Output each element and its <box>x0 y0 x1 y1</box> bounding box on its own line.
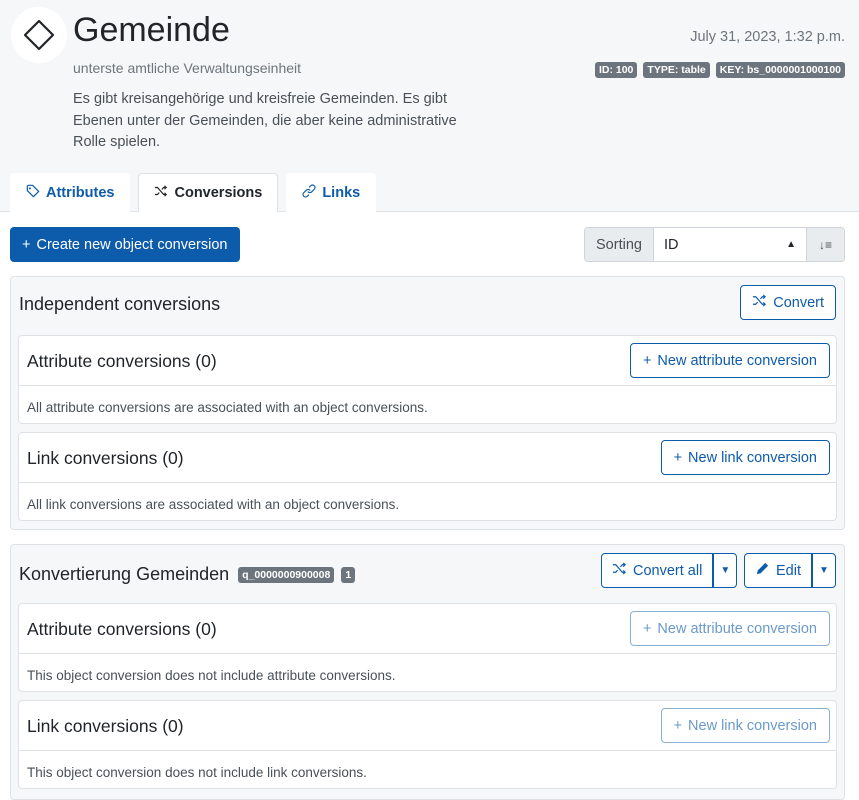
shuffle-icon <box>752 293 767 312</box>
convert-all-dropdown-toggle[interactable]: ▼ <box>713 553 738 588</box>
convert-all-button[interactable]: Convert all <box>601 553 714 588</box>
link-conversions-section: Link conversions (0) + New link conversi… <box>18 432 837 521</box>
tag-icon <box>26 184 40 202</box>
key-badge: KEY: bs_0000001000100 <box>715 62 845 78</box>
tab-bar: Attributes Conversions Links <box>10 173 384 213</box>
convert-all-split-button: Convert all ▼ <box>601 553 738 588</box>
plus-icon: + <box>642 352 652 369</box>
section-message: All link conversions are associated with… <box>27 497 400 512</box>
plus-icon: + <box>673 717 683 734</box>
page-subtitle: unterste amtliche Verwaltungseinheit <box>73 60 302 76</box>
shuffle-icon <box>154 184 168 202</box>
edit-dropdown-toggle[interactable]: ▼ <box>812 553 836 588</box>
link-icon <box>302 184 316 202</box>
section-title: Attribute conversions (0) <box>27 351 217 371</box>
section-message: This object conversion does not include … <box>27 668 396 683</box>
object-conversion-title: Konvertierung Gemeinden <box>19 564 230 584</box>
count-badge: 1 <box>341 567 356 583</box>
sorting-select[interactable]: ID ▲ <box>653 228 806 261</box>
section-title: Link conversions (0) <box>27 716 184 736</box>
attribute-conversions-section: Attribute conversions (0) + New attribut… <box>18 335 837 424</box>
card-title: Independent conversions <box>19 294 221 314</box>
tab-conversions[interactable]: Conversions <box>138 173 279 213</box>
page-title: Gemeinde <box>73 11 230 49</box>
independent-conversions-card: Independent conversions Convert Attribut… <box>10 276 845 530</box>
type-badge: TYPE: table <box>643 62 710 78</box>
plus-icon: + <box>642 620 652 637</box>
sorting-label: Sorting <box>585 228 654 261</box>
tab-label: Conversions <box>174 185 263 201</box>
new-attribute-conversion-button[interactable]: + New attribute conversion <box>629 343 830 378</box>
timestamp: July 31, 2023, 1:32 p.m. <box>690 29 845 45</box>
tab-attributes[interactable]: Attributes <box>10 173 131 212</box>
create-object-conversion-button[interactable]: + Create new object conversion <box>10 227 240 262</box>
shuffle-icon <box>612 561 627 580</box>
sort-direction-button[interactable]: ↓≡ <box>806 228 844 261</box>
section-message: All attribute conversions are associated… <box>27 400 428 415</box>
card-title: Konvertierung Gemeinden q_0000000900008 … <box>19 564 356 585</box>
pencil-icon <box>755 561 770 580</box>
page-description: Es gibt kreisangehörige und kreisfreie G… <box>73 91 457 150</box>
edit-split-button: Edit ▼ <box>744 553 836 588</box>
updown-icon: ▲ <box>786 239 796 250</box>
tab-label: Links <box>322 185 361 201</box>
plus-icon: + <box>22 236 31 253</box>
object-conversion-card: Konvertierung Gemeinden q_0000000900008 … <box>10 544 845 800</box>
meta-badges: ID: 100 TYPE: table KEY: bs_000000100010… <box>594 62 845 78</box>
edit-button[interactable]: Edit <box>744 553 812 588</box>
attribute-conversions-section: Attribute conversions (0) + New attribut… <box>18 603 837 692</box>
diamond-icon <box>11 7 67 63</box>
convert-button[interactable]: Convert <box>740 285 836 320</box>
key-badge: q_0000000900008 <box>238 567 335 583</box>
caret-down-icon: ▼ <box>720 565 731 576</box>
section-message: This object conversion does not include … <box>27 765 367 780</box>
caret-down-icon: ▼ <box>819 565 829 576</box>
id-badge: ID: 100 <box>594 62 638 78</box>
new-attribute-conversion-button[interactable]: + New attribute conversion <box>629 611 830 646</box>
new-link-conversion-button[interactable]: + New link conversion <box>660 440 830 475</box>
new-link-conversion-button[interactable]: + New link conversion <box>660 708 830 743</box>
section-title: Link conversions (0) <box>27 448 184 468</box>
sort-desc-icon: ↓≡ <box>818 237 832 252</box>
tab-links[interactable]: Links <box>286 173 377 212</box>
plus-icon: + <box>673 449 683 466</box>
tab-label: Attributes <box>46 185 115 201</box>
section-title: Attribute conversions (0) <box>27 619 217 639</box>
sorting-control: Sorting ID ▲ ↓≡ <box>584 227 845 262</box>
link-conversions-section: Link conversions (0) + New link conversi… <box>18 700 837 789</box>
